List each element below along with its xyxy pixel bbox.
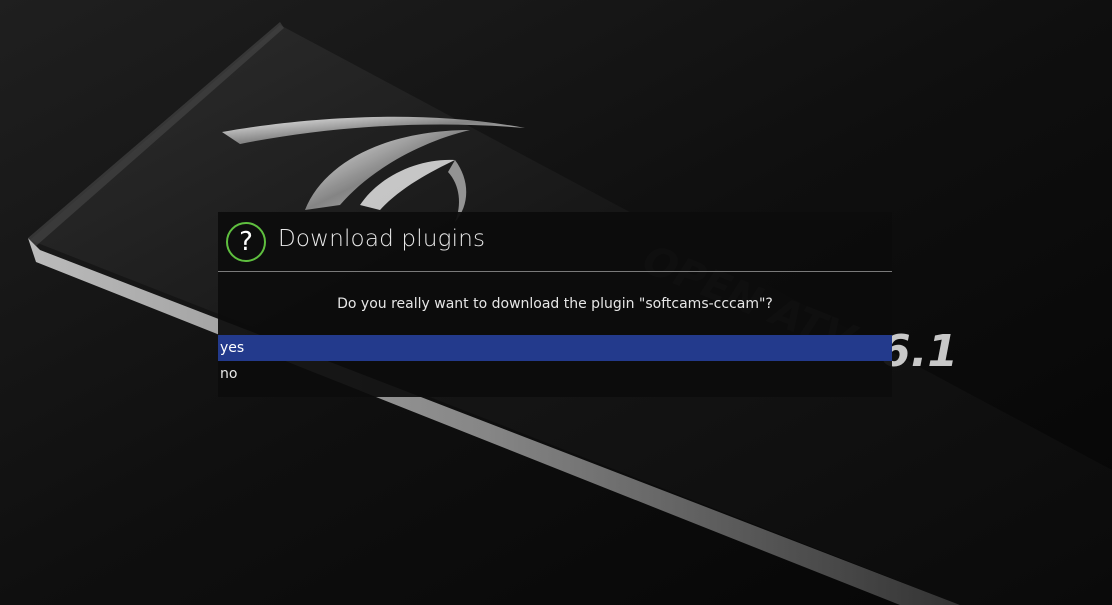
screen: OPEN ATV 6.1 ? Download plugins Do you r… [0, 0, 1112, 605]
confirm-dialog: ? Download plugins Do you really want to… [218, 212, 892, 397]
dialog-divider [218, 271, 892, 272]
choice-no[interactable]: no [218, 361, 892, 387]
choice-list: yes no [218, 335, 892, 387]
question-mark-icon: ? [226, 222, 266, 262]
dialog-header: ? Download plugins [218, 212, 892, 272]
dialog-message: Do you really want to download the plugi… [337, 296, 773, 312]
dialog-title: Download plugins [278, 226, 486, 252]
choice-yes[interactable]: yes [218, 335, 892, 361]
